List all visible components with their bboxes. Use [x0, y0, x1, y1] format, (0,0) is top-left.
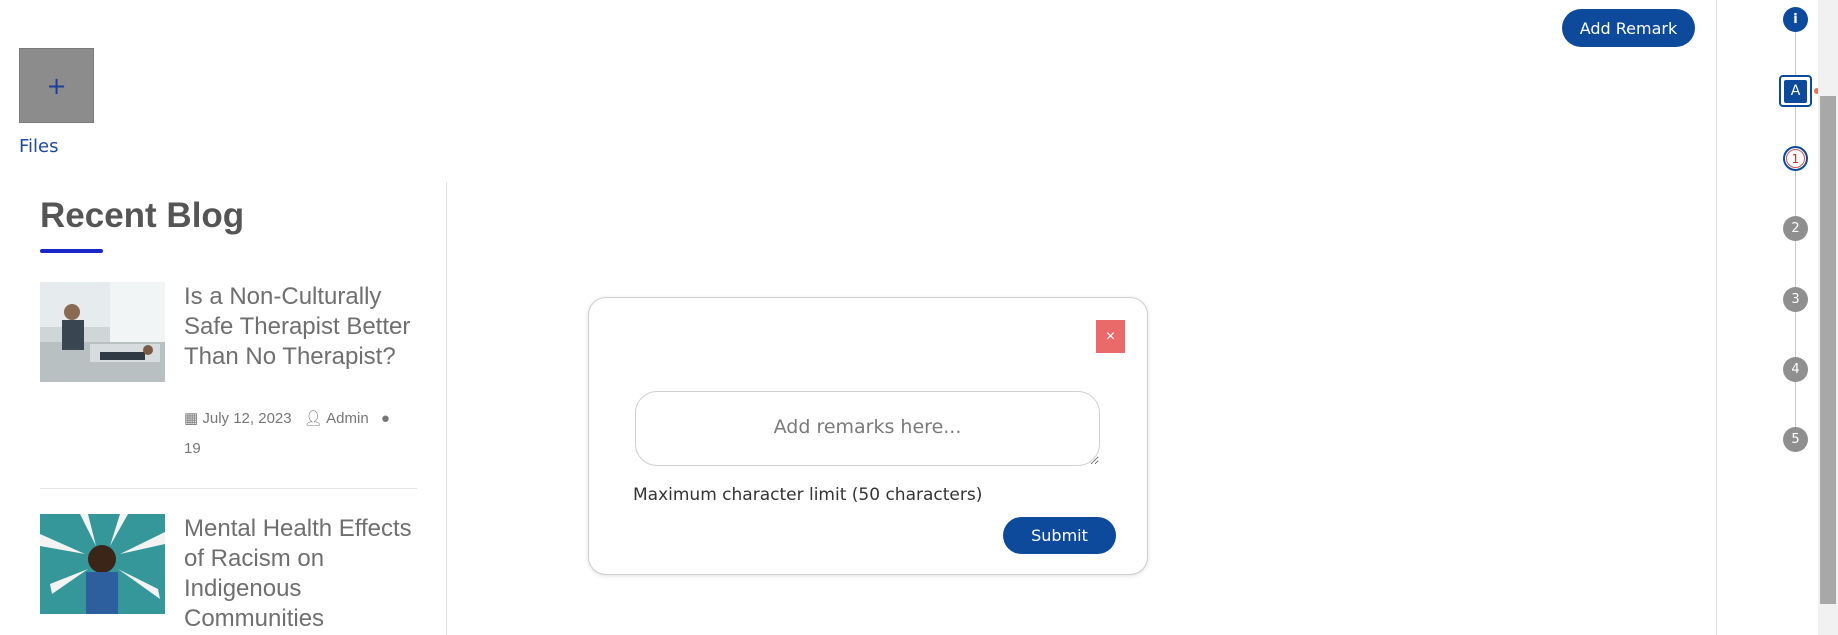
plus-icon: + — [46, 71, 67, 100]
post-thumbnail-racism[interactable] — [40, 514, 165, 614]
scrollbar-thumb[interactable] — [1820, 96, 1836, 604]
close-button[interactable]: × — [1096, 320, 1125, 353]
user-icon: 👤︎ — [303, 410, 323, 427]
step-3-label: 3 — [1791, 292, 1800, 307]
step-a[interactable]: A — [1779, 75, 1812, 107]
step-5[interactable]: 5 — [1783, 427, 1808, 452]
info-step[interactable]: i — [1783, 7, 1808, 32]
step-3[interactable]: 3 — [1783, 287, 1808, 312]
step-4[interactable]: 4 — [1783, 357, 1808, 382]
post-author[interactable]: Admin — [326, 410, 369, 427]
step-a-label: A — [1784, 79, 1807, 103]
post-title[interactable]: Is a Non-Culturally Safe Therapist Bette… — [184, 282, 419, 372]
blog-post: Mental Health Effects of Racism on Indig… — [40, 514, 417, 635]
files-label[interactable]: Files — [19, 136, 59, 157]
post-title[interactable]: Mental Health Effects of Racism on Indig… — [184, 514, 419, 634]
post-comment-count: 19 — [184, 440, 201, 457]
step-4-label: 4 — [1791, 362, 1800, 377]
recent-blog-panel: Recent Blog Is a Non-Culturally Safe The… — [0, 182, 447, 635]
remarks-textarea[interactable] — [635, 391, 1100, 466]
step-5-label: 5 — [1791, 432, 1800, 447]
blog-post: Is a Non-Culturally Safe Therapist Bette… — [40, 282, 417, 482]
info-icon: i — [1793, 12, 1798, 27]
step-1-label: 1 — [1786, 149, 1805, 168]
step-2[interactable]: 2 — [1783, 216, 1808, 241]
post-date: July 12, 2023 — [202, 410, 292, 427]
add-remark-modal: × Maximum character limit (50 characters… — [588, 297, 1148, 575]
stepper-divider — [1716, 0, 1717, 635]
post-thumbnail-therapy[interactable] — [40, 282, 165, 382]
comment-icon: ● — [380, 410, 390, 427]
title-underline — [40, 249, 103, 253]
character-limit-hint: Maximum character limit (50 characters) — [633, 485, 983, 505]
step-2-label: 2 — [1791, 221, 1800, 236]
post-meta: ▦ July 12, 2023 👤︎ Admin ● 19 — [184, 404, 419, 464]
add-remark-button[interactable]: Add Remark — [1562, 9, 1695, 47]
recent-blog-title: Recent Blog — [40, 196, 245, 235]
files-upload-tile[interactable]: + — [19, 48, 94, 123]
calendar-icon: ▦ — [184, 410, 199, 427]
submit-button[interactable]: Submit — [1003, 517, 1116, 554]
step-1[interactable]: 1 — [1783, 146, 1808, 171]
post-divider — [40, 488, 417, 489]
